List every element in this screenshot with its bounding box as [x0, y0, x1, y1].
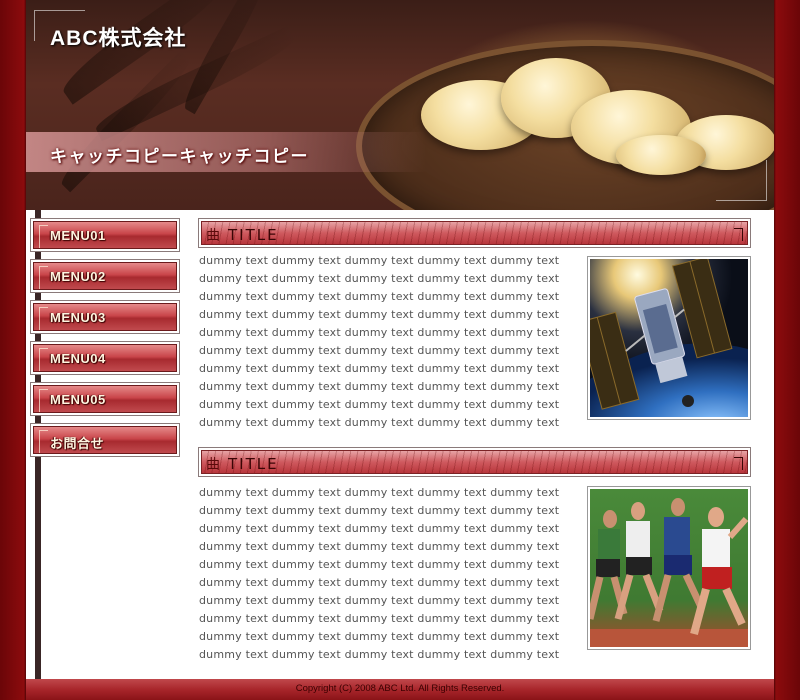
text-line: dummy text dummy text dummy text dummy t… — [199, 558, 560, 571]
nav-item-menu05[interactable]: MENU05 — [30, 382, 180, 416]
text-line: dummy text dummy text dummy text dummy t… — [199, 308, 560, 321]
text-line: dummy text dummy text dummy text dummy t… — [199, 648, 560, 661]
satellite-image — [590, 259, 748, 417]
catchcopy-text: キャッチコピーキャッチコピー — [50, 147, 309, 166]
title-mark-icon: 曲 — [206, 457, 220, 473]
nav-item-menu01[interactable]: MENU01 — [30, 218, 180, 252]
text-line: dummy text dummy text dummy text dummy t… — [199, 576, 560, 589]
nav-item-label: MENU05 — [50, 392, 106, 407]
nav-item-label: MENU02 — [50, 269, 106, 284]
text-line: dummy text dummy text dummy text dummy t… — [199, 380, 560, 393]
section-title: TITLE — [228, 226, 279, 244]
nav-item-menu04[interactable]: MENU04 — [30, 341, 180, 375]
section-body-text: dummy text dummy text dummy text dummy t… — [199, 484, 559, 664]
text-line: dummy text dummy text dummy text dummy t… — [199, 254, 560, 267]
corner-deco-icon — [734, 228, 743, 241]
corner-deco-icon — [734, 457, 743, 470]
text-line: dummy text dummy text dummy text dummy t… — [199, 344, 560, 357]
section-body-text: dummy text dummy text dummy text dummy t… — [199, 252, 559, 432]
text-line: dummy text dummy text dummy text dummy t… — [199, 486, 560, 499]
text-line: dummy text dummy text dummy text dummy t… — [199, 522, 560, 535]
nav-item-label: MENU04 — [50, 351, 106, 366]
nav-item-menu02[interactable]: MENU02 — [30, 259, 180, 293]
text-line: dummy text dummy text dummy text dummy t… — [199, 594, 560, 607]
text-line: dummy text dummy text dummy text dummy t… — [199, 362, 560, 375]
section-title-bar: 曲 TITLE — [198, 218, 751, 248]
nav-item-label: MENU01 — [50, 228, 106, 243]
text-line: dummy text dummy text dummy text dummy t… — [199, 398, 560, 411]
satellite-photo — [587, 256, 751, 420]
text-line: dummy text dummy text dummy text dummy t… — [199, 612, 560, 625]
text-line: dummy text dummy text dummy text dummy t… — [199, 504, 560, 517]
nav-item-label: お問合せ — [50, 436, 105, 451]
section-title-bar: 曲 TITLE — [198, 447, 751, 477]
text-line: dummy text dummy text dummy text dummy t… — [199, 326, 560, 339]
text-line: dummy text dummy text dummy text dummy t… — [199, 630, 560, 643]
page-frame: ABC株式会社 キャッチコピーキャッチコピー MENU01 MENU02 MEN… — [26, 0, 774, 700]
copyright-text: Copyright (C) 2008 ABC Ltd. All Rights R… — [295, 683, 505, 694]
text-line: dummy text dummy text dummy text dummy t… — [199, 272, 560, 285]
footer-bar: Copyright (C) 2008 ABC Ltd. All Rights R… — [26, 679, 774, 700]
runners-photo — [587, 486, 751, 650]
sidebar-nav: MENU01 MENU02 MENU03 MENU04 MENU05 お問合せ — [30, 218, 182, 464]
runners-image — [590, 489, 748, 647]
header-banner: ABC株式会社 キャッチコピーキャッチコピー — [26, 0, 774, 210]
text-line: dummy text dummy text dummy text dummy t… — [199, 290, 560, 303]
section-title: TITLE — [228, 455, 279, 473]
nav-item-label: MENU03 — [50, 310, 106, 325]
nav-item-menu03[interactable]: MENU03 — [30, 300, 180, 334]
nav-item-contact[interactable]: お問合せ — [30, 423, 180, 457]
company-name: ABC株式会社 — [50, 27, 187, 50]
text-line: dummy text dummy text dummy text dummy t… — [199, 416, 560, 429]
text-line: dummy text dummy text dummy text dummy t… — [199, 540, 560, 553]
title-mark-icon: 曲 — [206, 228, 220, 244]
